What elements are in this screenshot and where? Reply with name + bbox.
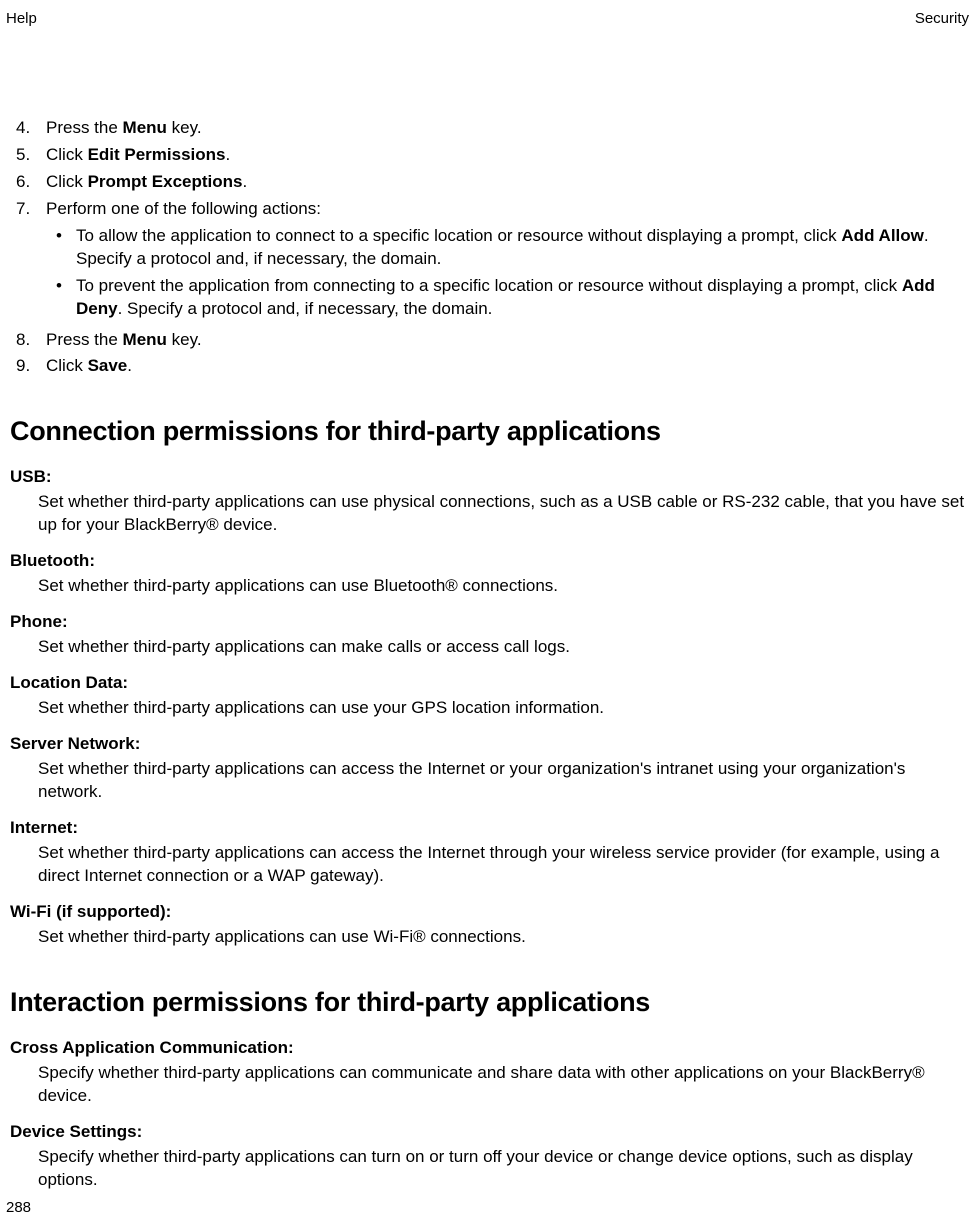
step-text: Click Edit Permissions. <box>46 144 965 167</box>
step-text: Perform one of the following actions: • … <box>46 198 965 325</box>
def-term-location: Location Data: <box>10 673 965 693</box>
def-term-server: Server Network: <box>10 734 965 754</box>
def-desc-internet: Set whether third-party applications can… <box>38 842 965 888</box>
definition-list: Cross Application Communication: Specify… <box>10 1038 965 1192</box>
section-heading-connection: Connection permissions for third-party a… <box>10 416 965 447</box>
def-desc-server: Set whether third-party applications can… <box>38 758 965 804</box>
step-9: 9. Click Save. <box>16 355 965 378</box>
def-desc-bluetooth: Set whether third-party applications can… <box>38 575 965 598</box>
header-right: Security <box>915 10 969 27</box>
definition-list: USB: Set whether third-party application… <box>10 467 965 948</box>
step-6: 6. Click Prompt Exceptions. <box>16 171 965 194</box>
bullet-item: • To allow the application to connect to… <box>46 225 965 271</box>
step-text: Press the Menu key. <box>46 117 965 140</box>
def-desc-usb: Set whether third-party applications can… <box>38 491 965 537</box>
def-desc-device: Specify whether third-party applications… <box>38 1146 965 1192</box>
section-heading-interaction: Interaction permissions for third-party … <box>10 987 965 1018</box>
step-number: 8. <box>16 329 46 352</box>
steps-list: 4. Press the Menu key. 5. Click Edit Per… <box>16 117 965 378</box>
step-number: 7. <box>16 198 46 325</box>
sub-bullets: • To allow the application to connect to… <box>46 225 965 321</box>
step-text: Click Prompt Exceptions. <box>46 171 965 194</box>
step-number: 6. <box>16 171 46 194</box>
def-term-device: Device Settings: <box>10 1122 965 1142</box>
def-desc-wifi: Set whether third-party applications can… <box>38 926 965 949</box>
def-desc-location: Set whether third-party applications can… <box>38 697 965 720</box>
bullet-icon: • <box>56 225 76 271</box>
step-8: 8. Press the Menu key. <box>16 329 965 352</box>
bullet-icon: • <box>56 275 76 321</box>
page-content: 4. Press the Menu key. 5. Click Edit Per… <box>6 117 969 1192</box>
def-term-usb: USB: <box>10 467 965 487</box>
header-left: Help <box>6 10 37 27</box>
page-number: 288 <box>6 1199 31 1216</box>
step-number: 5. <box>16 144 46 167</box>
step-7: 7. Perform one of the following actions:… <box>16 198 965 325</box>
step-number: 9. <box>16 355 46 378</box>
step-text: Press the Menu key. <box>46 329 965 352</box>
def-term-internet: Internet: <box>10 818 965 838</box>
def-term-bluetooth: Bluetooth: <box>10 551 965 571</box>
def-term-cross: Cross Application Communication: <box>10 1038 965 1058</box>
step-4: 4. Press the Menu key. <box>16 117 965 140</box>
def-desc-cross: Specify whether third-party applications… <box>38 1062 965 1108</box>
step-text: Click Save. <box>46 355 965 378</box>
bullet-item: • To prevent the application from connec… <box>46 275 965 321</box>
def-term-wifi: Wi-Fi (if supported): <box>10 902 965 922</box>
step-5: 5. Click Edit Permissions. <box>16 144 965 167</box>
step-number: 4. <box>16 117 46 140</box>
def-desc-phone: Set whether third-party applications can… <box>38 636 965 659</box>
def-term-phone: Phone: <box>10 612 965 632</box>
